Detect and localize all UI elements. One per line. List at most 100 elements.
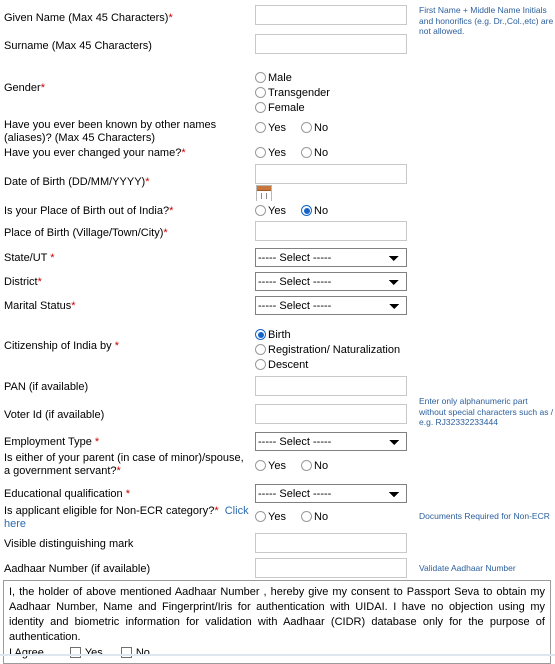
district-select[interactable]: ----- Select ----- xyxy=(255,272,407,291)
visible-mark-input[interactable] xyxy=(255,533,407,553)
gender-label-text: Gender xyxy=(4,82,41,94)
validate-aadhaar-link[interactable]: Validate Aadhaar Number xyxy=(419,563,555,574)
aliases-option-yes-label: Yes xyxy=(268,122,286,134)
pob-option-yes-label: Yes xyxy=(268,205,286,217)
gender-option-male-label: Male xyxy=(268,72,292,84)
non-ecr-label: Is applicant eligible for Non-ECR catego… xyxy=(4,505,254,531)
required-marker: * xyxy=(125,488,130,500)
non-ecr-option-yes[interactable]: Yes xyxy=(255,511,286,523)
pob-option-no[interactable]: No xyxy=(301,205,328,217)
aliases-label: Have you ever been known by other names … xyxy=(4,119,217,144)
visible-mark-label: Visible distinguishing mark xyxy=(4,538,134,550)
radio-citizenship-birth[interactable] xyxy=(255,329,266,340)
given-name-label: Given Name (Max 45 Characters)* xyxy=(4,12,244,25)
non-ecr-option-no[interactable]: No xyxy=(301,511,328,523)
dob-input[interactable] xyxy=(255,164,407,184)
district-label: District* xyxy=(4,276,244,289)
radio-pob-yes[interactable] xyxy=(255,205,266,216)
education-select[interactable]: ----- Select ----- xyxy=(255,484,407,503)
required-marker: * xyxy=(168,12,173,24)
place-of-birth-input[interactable] xyxy=(255,221,407,241)
radio-non-ecr-no[interactable] xyxy=(301,511,313,522)
gender-radio-group: Male Transgender Female xyxy=(255,71,330,116)
gender-label: Gender* xyxy=(4,82,244,95)
changed-name-radio-group: Yes No xyxy=(255,147,340,159)
aliases-radio-group: Yes No xyxy=(255,122,340,134)
gender-option-male[interactable]: Male xyxy=(255,71,330,86)
radio-govt-servant-yes[interactable] xyxy=(255,460,266,471)
citizenship-radio-group: Birth Registration/ Naturalization Desce… xyxy=(255,328,400,373)
checkbox-agree-no[interactable] xyxy=(120,647,132,658)
given-name-label-text: Given Name (Max 45 Characters) xyxy=(4,12,169,24)
radio-changed-name-yes[interactable] xyxy=(255,147,266,158)
required-marker: * xyxy=(40,82,45,94)
employment-type-label: Employment Type * xyxy=(4,436,244,449)
radio-pob-no[interactable] xyxy=(301,205,313,216)
radio-non-ecr-yes[interactable] xyxy=(255,511,266,522)
radio-transgender[interactable] xyxy=(255,87,266,98)
calendar-icon[interactable] xyxy=(256,185,272,201)
gender-option-female[interactable]: Female xyxy=(255,101,330,116)
gender-option-transgender-label: Transgender xyxy=(268,87,330,99)
agree-yes-label: Yes xyxy=(84,647,103,659)
govt-servant-option-no[interactable]: No xyxy=(301,460,328,472)
radio-aliases-yes[interactable] xyxy=(255,122,266,133)
govt-servant-option-no-label: No xyxy=(314,460,329,472)
agree-no-label: No xyxy=(135,647,150,659)
pob-option-yes[interactable]: Yes xyxy=(255,205,286,217)
citizenship-option-registration[interactable]: Registration/ Naturalization xyxy=(255,343,400,358)
required-marker: * xyxy=(163,227,168,239)
radio-govt-servant-no[interactable] xyxy=(301,460,313,471)
aliases-option-no[interactable]: No xyxy=(301,122,328,134)
gender-option-transgender[interactable]: Transgender xyxy=(255,86,330,101)
citizenship-option-descent[interactable]: Descent xyxy=(255,358,400,373)
dob-label-text: Date of Birth (DD/MM/YYYY) xyxy=(4,176,146,188)
marital-status-control: ----- Select ----- xyxy=(255,296,407,315)
employment-type-select[interactable]: ----- Select ----- xyxy=(255,432,407,451)
radio-female[interactable] xyxy=(255,102,266,113)
place-of-birth-label-text: Place of Birth (Village/Town/City) xyxy=(4,227,164,239)
citizenship-option-descent-label: Descent xyxy=(268,359,309,371)
calendar-icon-body xyxy=(257,191,271,201)
employment-type-label-text: Employment Type xyxy=(4,436,92,448)
govt-servant-option-yes[interactable]: Yes xyxy=(255,460,286,472)
voter-id-input[interactable] xyxy=(255,404,407,424)
pan-control xyxy=(255,376,407,396)
surname-input[interactable] xyxy=(255,34,407,54)
radio-aliases-no[interactable] xyxy=(301,122,313,133)
aadhaar-input[interactable] xyxy=(255,558,407,578)
district-label-text: District xyxy=(4,276,38,288)
govt-servant-radio-group: Yes No xyxy=(255,460,340,472)
checkbox-agree-yes[interactable] xyxy=(69,647,81,658)
district-control: ----- Select ----- xyxy=(255,272,407,291)
required-marker: * xyxy=(114,340,119,352)
aliases-option-no-label: No xyxy=(314,122,329,134)
marital-status-label: Marital Status* xyxy=(4,300,244,313)
changed-name-option-yes[interactable]: Yes xyxy=(255,147,286,159)
radio-citizenship-registration[interactable] xyxy=(255,344,266,355)
radio-citizenship-descent[interactable] xyxy=(255,359,266,370)
place-of-birth-label: Place of Birth (Village/Town/City)* xyxy=(4,227,244,240)
radio-male[interactable] xyxy=(255,72,266,83)
marital-status-select[interactable]: ----- Select ----- xyxy=(255,296,407,315)
required-marker: * xyxy=(116,465,121,477)
citizenship-option-birth[interactable]: Birth xyxy=(255,328,400,343)
education-label: Educational qualification * xyxy=(4,488,244,501)
education-label-text: Educational qualification xyxy=(4,488,123,500)
required-marker: * xyxy=(37,276,42,288)
pob-out-of-india-label-text: Is your Place of Birth out of India? xyxy=(4,205,170,217)
aliases-option-yes[interactable]: Yes xyxy=(255,122,286,134)
changed-name-option-no[interactable]: No xyxy=(301,147,328,159)
pan-input[interactable] xyxy=(255,376,407,396)
place-of-birth-control xyxy=(255,221,407,241)
given-name-input[interactable] xyxy=(255,5,407,25)
radio-changed-name-no[interactable] xyxy=(301,147,313,158)
surname-control xyxy=(255,34,407,54)
aadhaar-consent-declaration: I, the holder of above mentioned Aadhaar… xyxy=(3,580,551,664)
state-ut-select[interactable]: ----- Select ----- xyxy=(255,248,407,267)
non-ecr-hint-link[interactable]: Documents Required for Non-ECR xyxy=(419,511,555,522)
given-name-hint: First Name + Middle Name Initials and ho… xyxy=(419,5,554,36)
declaration-text: I, the holder of above mentioned Aadhaar… xyxy=(9,586,545,643)
non-ecr-option-no-label: No xyxy=(314,511,329,523)
changed-name-option-no-label: No xyxy=(314,147,329,159)
